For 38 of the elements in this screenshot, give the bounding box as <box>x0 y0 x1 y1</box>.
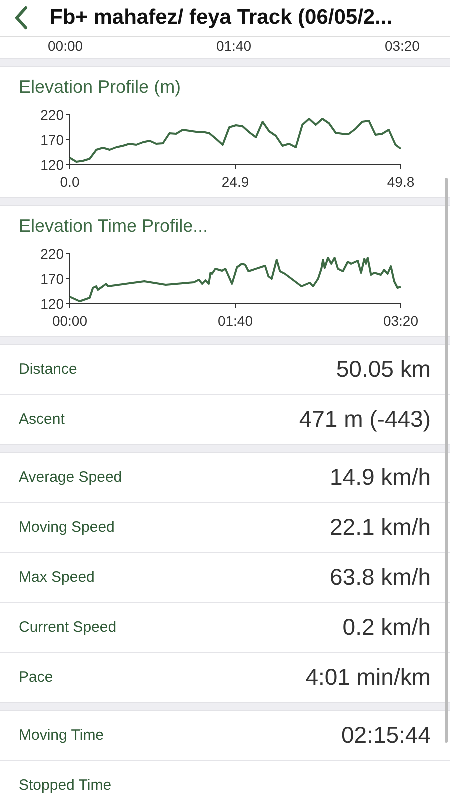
stat-value: 471 m (-443) <box>299 406 431 433</box>
chart-title: Elevation Profile (m) <box>18 77 182 99</box>
x-tick-label: 00:00 <box>52 313 88 329</box>
stat-label: Ascent <box>19 411 65 428</box>
stat-label: Current Speed <box>19 619 117 636</box>
axis-label: 03:20 <box>384 38 420 56</box>
y-axis <box>66 254 70 304</box>
stat-label: Average Speed <box>19 469 122 486</box>
stat-value: 14.9 km/h <box>330 464 431 491</box>
x-tick-label: 49.8 <box>387 174 415 190</box>
stat-label: Distance <box>19 361 78 378</box>
y-tick-label: 220 <box>40 107 64 123</box>
stat-value: 0.2 km/h <box>342 614 431 641</box>
y-tick-label: 220 <box>40 246 64 262</box>
axis-label: 01:40 <box>216 38 252 56</box>
stat-value: 4:01 min/km <box>306 664 431 691</box>
x-tick-label: 01:40 <box>218 313 254 329</box>
stat-value: 50.05 km <box>336 356 431 383</box>
axis-label: 00:00 <box>48 38 84 56</box>
y-tick-label: 170 <box>40 271 64 287</box>
chart-title: Elevation Time Profile... <box>18 216 210 238</box>
stat-label: Stopped Time <box>19 777 112 794</box>
stat-value: 63.8 km/h <box>330 564 431 591</box>
x-tick-label: 03:20 <box>383 313 419 329</box>
stat-value: 22.1 km/h <box>330 514 431 541</box>
y-tick-label: 170 <box>40 132 64 148</box>
y-tick-label: 120 <box>40 296 64 312</box>
back-icon[interactable] <box>14 6 28 30</box>
screen-title: Fb+ mahafez/ feya Track (06/05/2... <box>50 6 393 30</box>
stat-label: Moving Speed <box>19 519 115 536</box>
y-tick-label: 120 <box>40 157 64 173</box>
y-axis <box>66 114 70 166</box>
x-tick-label: 24.9 <box>222 174 250 190</box>
stat-value: 02:15:44 <box>341 722 431 749</box>
stat-label: Max Speed <box>19 569 95 586</box>
x-tick-label: 0.0 <box>60 174 80 190</box>
stat-label: Moving Time <box>19 727 104 744</box>
stat-label: Pace <box>19 669 54 686</box>
